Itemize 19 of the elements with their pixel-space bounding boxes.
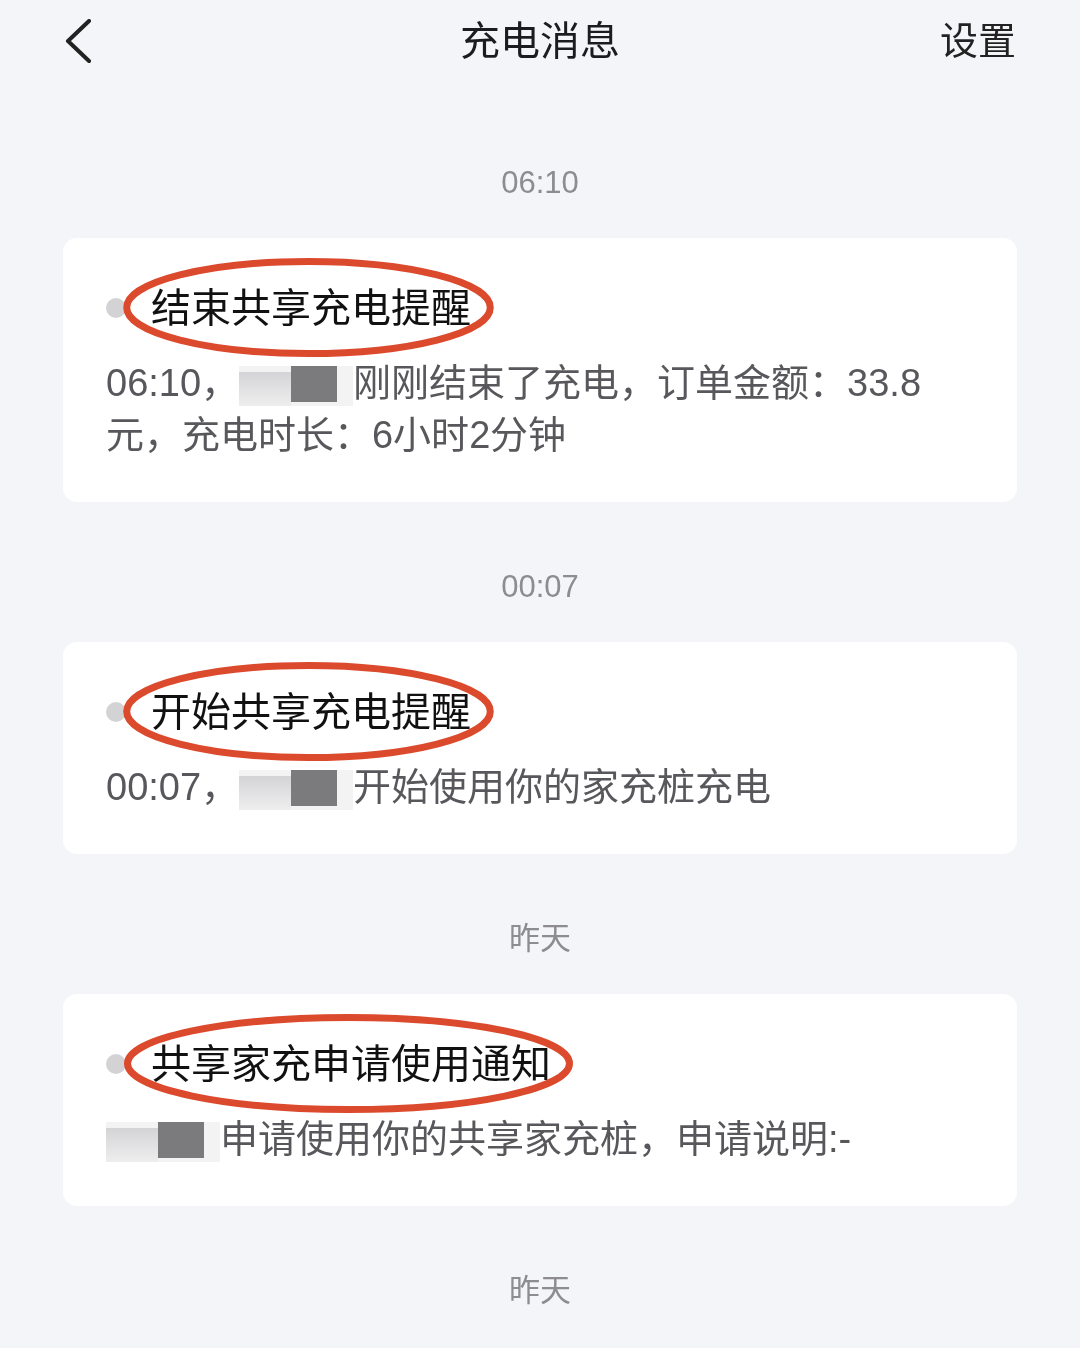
time-label: 00:07 bbox=[501, 568, 579, 606]
time-label: 06:10 bbox=[501, 164, 579, 202]
message-title: 开始共享充电提醒 bbox=[151, 689, 471, 736]
message-title: 共享家充申请使用通知 bbox=[151, 1041, 551, 1088]
back-icon[interactable] bbox=[64, 19, 92, 63]
settings-button[interactable]: 设置 bbox=[940, 18, 1016, 64]
page-title: 充电消息 bbox=[460, 18, 620, 65]
message-card[interactable]: 结束共享充电提醒 06:10， 刚刚结束了充电，订单金额：33.8元，充电时长：6小时2分钟 bbox=[63, 238, 1017, 502]
message-card[interactable]: 开始共享充电提醒 00:07， 开始使用你的家充桩充电 bbox=[63, 642, 1017, 854]
message-title: 结束共享充电提醒 bbox=[151, 285, 471, 332]
message-card[interactable]: 共享家充申请使用通知 申请使用你的共享家充桩，申请说明:- bbox=[63, 994, 1017, 1206]
dot-icon bbox=[106, 298, 126, 318]
message-text: 申请使用你的共享家充桩，申请说明:- bbox=[106, 1113, 951, 1165]
message-text: 06:10， 刚刚结束了充电，订单金额：33.8元，充电时长：6小时2分钟 bbox=[106, 361, 923, 458]
time-label: 昨天 bbox=[509, 1272, 571, 1310]
time-label: 昨天 bbox=[509, 920, 571, 958]
message-text: 00:07， 开始使用你的家充桩充电 bbox=[106, 765, 773, 812]
dot-icon bbox=[106, 702, 126, 722]
dot-icon bbox=[106, 1054, 126, 1074]
